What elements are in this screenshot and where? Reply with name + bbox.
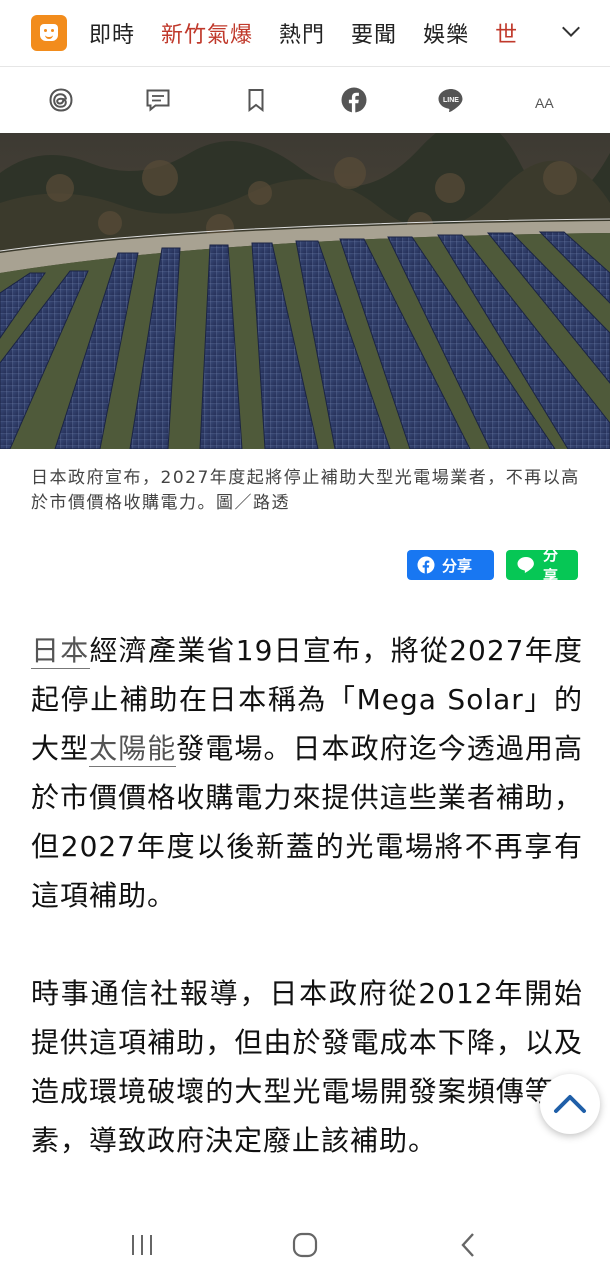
font-size-icon[interactable]: AA	[523, 80, 575, 120]
category-tabs: 即時 新竹氣爆 熱門 要聞 娛樂 世	[89, 17, 610, 49]
tab-popular[interactable]: 熱門	[279, 17, 325, 49]
share-buttons: 分享 分享	[407, 546, 578, 585]
svg-text:AA: AA	[535, 95, 554, 111]
home-icon[interactable]	[275, 1225, 335, 1265]
tab-hsinchu-explosion[interactable]: 新竹氣爆	[161, 17, 253, 49]
svg-text:LINE: LINE	[443, 97, 459, 104]
top-nav: 即時 新竹氣爆 熱門 要聞 娛樂 世	[0, 0, 610, 67]
facebook-share-label: 分享	[442, 556, 473, 575]
article-paragraph: 日本經濟產業省19日宣布，將從2027年度起停止補助在日本稱為「Mega Sol…	[31, 626, 583, 920]
chevron-up-icon	[554, 1095, 586, 1113]
facebook-icon	[417, 556, 435, 574]
scroll-to-top-button[interactable]	[540, 1074, 600, 1134]
comment-icon[interactable]	[132, 80, 184, 120]
article-toolbar: LINE AA	[0, 67, 610, 133]
chevron-down-icon[interactable]	[560, 20, 582, 42]
tab-entertainment[interactable]: 娛樂	[423, 17, 469, 49]
udn-face-logo-icon[interactable]	[31, 15, 67, 51]
tab-headlines[interactable]: 要聞	[351, 17, 397, 49]
recent-apps-icon[interactable]	[112, 1225, 172, 1265]
tab-world[interactable]: 世	[495, 17, 518, 49]
line-icon	[516, 556, 536, 574]
system-nav-bar	[0, 1210, 610, 1280]
bookmark-icon[interactable]	[230, 80, 282, 120]
line-icon[interactable]: LINE	[425, 80, 477, 120]
line-share-button[interactable]: 分享	[506, 546, 578, 585]
facebook-icon[interactable]	[328, 80, 380, 120]
article-paragraph: 時事通信社報導，日本政府從2012年開始提供這項補助，但由於發電成本下降，以及造…	[31, 977, 583, 1157]
line-share-label: 分享	[543, 546, 559, 585]
tab-instant[interactable]: 即時	[89, 17, 135, 49]
article-body: 日本經濟產業省19日宣布，將從2027年度起停止補助在日本稱為「Mega Sol…	[31, 626, 583, 1214]
facebook-share-button[interactable]: 分享	[407, 550, 494, 580]
keyword-link-solar[interactable]: 太陽能	[89, 732, 177, 767]
solar-farm-photo	[0, 133, 610, 449]
threads-icon[interactable]	[35, 80, 87, 120]
news-article-page: 即時 新竹氣爆 熱門 要聞 娛樂 世 LINE AA 日本政府宣布，2027年度…	[0, 0, 610, 1280]
photo-caption: 日本政府宣布，2027年度起將停止補助大型光電場業者，不再以高於市價價格收購電力…	[31, 468, 580, 513]
keyword-link-japan[interactable]: 日本	[31, 634, 90, 669]
back-icon[interactable]	[438, 1225, 498, 1265]
